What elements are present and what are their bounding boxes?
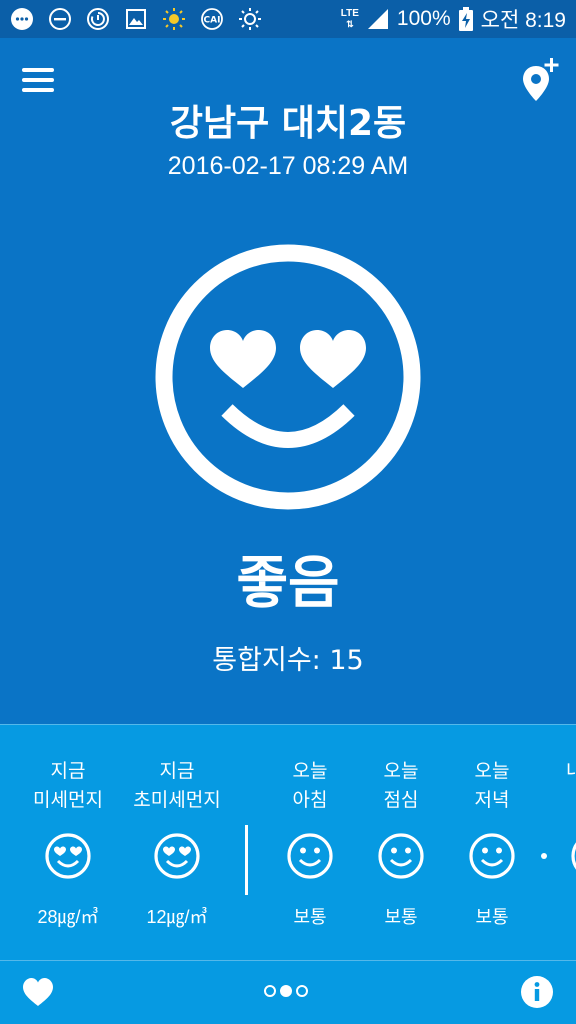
forecast-value: 보통	[293, 907, 327, 927]
page-dot[interactable]	[264, 985, 276, 997]
heart-eyes-face-icon	[154, 833, 200, 879]
clock: 오전 8:19	[480, 9, 566, 32]
notification-icons: CAI	[10, 7, 262, 31]
forecast-label: 지금 미세먼지	[33, 760, 103, 811]
cai-label: CAI	[204, 16, 221, 26]
smile-face-icon	[378, 833, 424, 879]
forecast-value: 보통	[475, 907, 509, 927]
forecast-divider	[245, 825, 248, 895]
forecast-value: 보통	[384, 907, 418, 927]
forecast-strip[interactable]: 지금 미세먼지 28㎍/㎥ 지금 초미세먼지 12㎍/㎥ 오늘 아침 보통 오늘…	[0, 724, 576, 960]
favorite-heart-button[interactable]	[22, 977, 54, 1007]
update-datetime: 2016-02-17 08:29 AM	[167, 152, 409, 180]
heart-eyes-face-icon	[155, 244, 421, 510]
forecast-label: 오늘 점심	[383, 760, 419, 811]
smile-face-icon	[287, 833, 333, 879]
heart-eyes-face-icon	[45, 833, 91, 879]
chat-icon	[11, 8, 33, 30]
main-panel: 강남구 대치2동 2016-02-17 08:29 AM 좋음 통합지수: 15	[0, 38, 576, 724]
signal-icon	[367, 9, 388, 29]
cai-icon: CAI	[201, 8, 223, 30]
page-indicator	[264, 985, 308, 997]
brightness-icon	[239, 8, 261, 30]
forecast-value: 28㎍/㎥	[37, 907, 99, 927]
location-title: 강남구 대치2동	[169, 103, 407, 144]
image-icon	[126, 9, 146, 29]
bottom-bar	[0, 960, 576, 1024]
info-button[interactable]	[520, 975, 554, 1009]
system-status: LTE ⇅ 100% 오전 8:19	[341, 4, 566, 34]
battery-charging-icon	[458, 7, 473, 31]
air-quality-status: 좋음	[236, 551, 340, 616]
do-not-disturb-icon	[49, 8, 71, 30]
forecast-value: 12㎍/㎥	[146, 907, 208, 927]
page-dot[interactable]	[296, 985, 308, 997]
smile-face-icon	[571, 842, 576, 870]
forecast-label: 오늘 저녁	[474, 760, 510, 811]
combined-index: 통합지수: 15	[212, 645, 364, 676]
menu-button[interactable]	[22, 68, 56, 92]
forecast-label: 지금 초미세먼지	[133, 760, 221, 811]
forecast-separator-dot	[541, 853, 547, 859]
sun-icon	[163, 8, 185, 30]
forecast-label: 오늘 아침	[292, 760, 328, 811]
battery-percent: 100%	[396, 7, 451, 30]
status-bar: CAI LTE ⇅ 100% 오전 8:19	[0, 0, 576, 38]
menu-icon-line	[22, 68, 54, 72]
network-type: LTE ⇅	[340, 8, 359, 30]
menu-icon-line	[22, 88, 54, 92]
forecast-partial-label: 내	[566, 757, 576, 786]
sync-icon	[87, 8, 109, 30]
menu-icon-line	[22, 78, 54, 82]
page-dot-active[interactable]	[280, 985, 292, 997]
smile-face-icon	[469, 833, 515, 879]
